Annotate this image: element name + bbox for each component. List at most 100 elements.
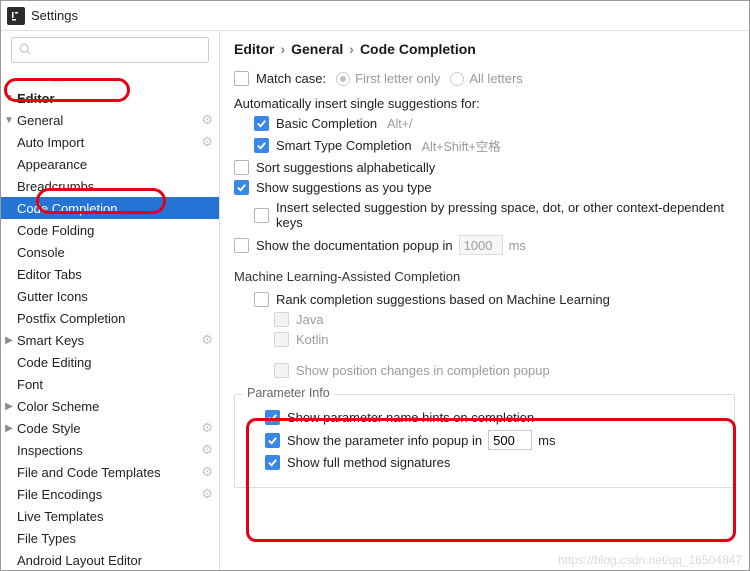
breadcrumb-item: Code Completion <box>360 41 476 57</box>
tree-item-code-completion[interactable]: Code Completion <box>1 197 219 219</box>
checkbox-ml-rank[interactable] <box>254 292 269 307</box>
tree-label: Postfix Completion <box>17 311 219 326</box>
tree-item-breadcrumbs[interactable]: Breadcrumbs <box>1 175 219 197</box>
chevron-right-icon: ▶ <box>1 401 17 412</box>
label: Smart Type Completion <box>276 138 412 153</box>
tree-label: Editor <box>17 91 219 106</box>
settings-sidebar: ⋯ ▼ Editor ▼ General ⚙ Auto Import⚙ Appe… <box>1 31 220 570</box>
gear-icon: ⚙ <box>201 420 213 436</box>
tree-label: Color Scheme <box>17 399 219 414</box>
titlebar: Settings <box>1 1 749 31</box>
tree-item-live-templates[interactable]: Live Templates <box>1 505 219 527</box>
ml-completion-group: Machine Learning-Assisted Completion Ran… <box>234 269 735 378</box>
tree-item-editor-tabs[interactable]: Editor Tabs <box>1 263 219 285</box>
tree-label: File and Code Templates <box>17 465 201 480</box>
tree-label: Smart Keys <box>17 333 201 348</box>
radio-all-letters[interactable] <box>450 72 464 86</box>
tree-label: File Types <box>17 531 219 546</box>
label: Show the documentation popup in <box>256 238 453 253</box>
label: Java <box>296 312 323 327</box>
checkbox-smart-type-completion[interactable] <box>254 138 269 153</box>
tree-item-editor[interactable]: ▼ Editor <box>1 87 219 109</box>
tree-item-gutter-icons[interactable]: Gutter Icons <box>1 285 219 307</box>
tree-item-font[interactable]: Font <box>1 373 219 395</box>
tree-item-console[interactable]: Console <box>1 241 219 263</box>
search-input[interactable] <box>36 42 216 59</box>
tree-item-file-encodings[interactable]: File Encodings⚙ <box>1 483 219 505</box>
label: Insert selected suggestion by pressing s… <box>276 200 735 230</box>
tree-item-color-scheme[interactable]: ▶Color Scheme <box>1 395 219 417</box>
chevron-right-icon: ▶ <box>1 423 17 434</box>
label: Basic Completion <box>276 116 377 131</box>
tree-label: Editor Tabs <box>17 267 219 282</box>
parameter-info-group: Parameter Info Show parameter name hints… <box>234 394 735 488</box>
label: Rank completion suggestions based on Mac… <box>276 292 610 307</box>
doc-delay-input[interactable] <box>459 235 503 255</box>
tree-item-file-types[interactable]: File Types <box>1 527 219 549</box>
radio-first-letter-only[interactable] <box>336 72 350 86</box>
label: Show parameter name hints on completion <box>287 410 534 425</box>
shortcut-hint: Alt+Shift+空格 <box>422 136 501 155</box>
gear-icon: ⚙ <box>201 464 213 480</box>
option-label: First letter only <box>355 71 440 86</box>
tree-label: Gutter Icons <box>17 289 219 304</box>
checkbox-ml-java <box>274 312 289 327</box>
checkbox-full-signatures[interactable] <box>265 455 280 470</box>
tree-item-inspections[interactable]: Inspections⚙ <box>1 439 219 461</box>
chevron-down-icon: ▼ <box>1 115 17 126</box>
checkbox-param-hints[interactable] <box>265 410 280 425</box>
tree-label: File Encodings <box>17 487 201 502</box>
breadcrumb-item[interactable]: General <box>291 41 343 57</box>
tree-label: Code Completion <box>17 201 219 216</box>
label: Sort suggestions alphabetically <box>256 160 435 175</box>
label: Show suggestions as you type <box>256 180 432 195</box>
gear-icon: ⚙ <box>201 486 213 502</box>
tree-label: Code Folding <box>17 223 219 238</box>
label: Show position changes in completion popu… <box>296 363 550 378</box>
intellij-icon <box>7 7 25 25</box>
gear-icon: ⚙ <box>201 134 213 150</box>
settings-tree[interactable]: ⋯ ▼ Editor ▼ General ⚙ Auto Import⚙ Appe… <box>1 69 219 570</box>
checkbox-basic-completion[interactable] <box>254 116 269 131</box>
tree-label: Appearance <box>17 157 219 172</box>
gear-icon: ⚙ <box>201 442 213 458</box>
tree-label: Auto Import <box>17 135 201 150</box>
tree-item-file-code-templates[interactable]: File and Code Templates⚙ <box>1 461 219 483</box>
checkbox-show-as-you-type[interactable] <box>234 180 249 195</box>
tree-item-smart-keys[interactable]: ▶Smart Keys⚙ <box>1 329 219 351</box>
tree-item-postfix-completion[interactable]: Postfix Completion <box>1 307 219 329</box>
section-label: Automatically insert single suggestions … <box>234 96 480 111</box>
chevron-right-icon: › <box>349 41 354 57</box>
label: Show the parameter info popup in <box>287 433 482 448</box>
checkbox-insert-selected[interactable] <box>254 208 269 223</box>
unit-label: ms <box>538 433 555 448</box>
search-box[interactable] <box>11 37 209 63</box>
tree-label: Breadcrumbs <box>17 179 219 194</box>
checkbox-ml-kotlin <box>274 332 289 347</box>
tree-label: Inspections <box>17 443 201 458</box>
label: Kotlin <box>296 332 329 347</box>
tree-label: Code Editing <box>17 355 219 370</box>
tree-label: Console <box>17 245 219 260</box>
tree-cutoff: ⋯ <box>1 71 219 87</box>
param-delay-input[interactable] <box>488 430 532 450</box>
breadcrumb-item[interactable]: Editor <box>234 41 274 57</box>
tree-item-android-layout-editor[interactable]: Android Layout Editor <box>1 549 219 570</box>
tree-label: General <box>17 113 201 128</box>
checkbox-sort-alpha[interactable] <box>234 160 249 175</box>
search-icon <box>18 42 32 59</box>
tree-item-general[interactable]: ▼ General ⚙ <box>1 109 219 131</box>
chevron-down-icon: ▼ <box>1 93 17 104</box>
checkbox-show-doc-popup[interactable] <box>234 238 249 253</box>
tree-label: Font <box>17 377 219 392</box>
checkbox-param-popup[interactable] <box>265 433 280 448</box>
gear-icon: ⚙ <box>201 332 213 348</box>
breadcrumb: Editor › General › Code Completion <box>234 41 735 57</box>
tree-item-auto-import[interactable]: Auto Import⚙ <box>1 131 219 153</box>
checkbox-match-case[interactable] <box>234 71 249 86</box>
group-legend: Parameter Info <box>243 386 334 400</box>
tree-item-code-editing[interactable]: Code Editing <box>1 351 219 373</box>
tree-item-code-folding[interactable]: Code Folding <box>1 219 219 241</box>
tree-item-code-style[interactable]: ▶Code Style⚙ <box>1 417 219 439</box>
tree-item-appearance[interactable]: Appearance <box>1 153 219 175</box>
